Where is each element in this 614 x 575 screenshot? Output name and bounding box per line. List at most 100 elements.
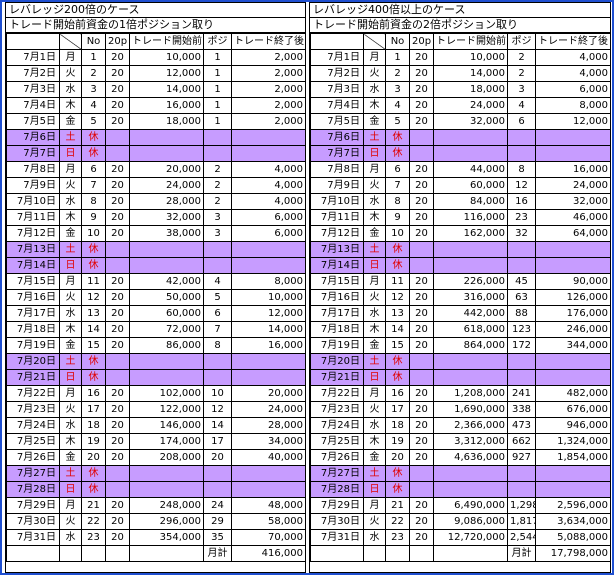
after-cell: 4,000 bbox=[231, 193, 306, 210]
holiday-cell: 休 bbox=[385, 353, 410, 370]
weekday-cell: 土 bbox=[59, 465, 82, 482]
empty-cell bbox=[433, 353, 508, 370]
weekend-row: 7月20日土休 bbox=[310, 353, 611, 370]
p20-cell: 20 bbox=[409, 161, 434, 178]
trade-row: 7月24日水 18 20 146,000 14 28,000 bbox=[6, 417, 306, 434]
date-cell: 7月20日 bbox=[6, 353, 60, 370]
header-diagonal bbox=[59, 33, 82, 50]
after-cell: 3,634,000 bbox=[535, 513, 611, 530]
empty-cell bbox=[409, 145, 434, 162]
no-cell: 23 bbox=[81, 529, 106, 546]
p20-cell: 20 bbox=[105, 49, 130, 66]
before-cell: 316,000 bbox=[433, 289, 508, 306]
empty-cell bbox=[81, 545, 106, 562]
before-cell: 84,000 bbox=[433, 193, 508, 210]
holiday-cell: 休 bbox=[385, 145, 410, 162]
weekday-cell: 日 bbox=[363, 481, 386, 498]
no-cell: 22 bbox=[81, 513, 106, 530]
weekday-cell: 火 bbox=[59, 65, 82, 82]
weekend-row: 7月21日日休 bbox=[310, 369, 611, 386]
pos-cell: 2 bbox=[203, 193, 232, 210]
date-cell: 7月30日 bbox=[310, 513, 364, 530]
pos-cell: 662 bbox=[507, 433, 536, 450]
after-cell: 46,000 bbox=[535, 209, 611, 226]
date-cell: 7月24日 bbox=[310, 417, 364, 434]
no-cell: 13 bbox=[81, 305, 106, 322]
holiday-cell: 休 bbox=[385, 129, 410, 146]
weekday-cell: 月 bbox=[59, 273, 82, 290]
date-cell: 7月19日 bbox=[310, 337, 364, 354]
date-cell: 7月20日 bbox=[310, 353, 364, 370]
trade-row: 7月9日火 7 20 60,000 12 24,000 bbox=[310, 177, 611, 194]
date-cell: 7月6日 bbox=[310, 129, 364, 146]
weekday-cell: 日 bbox=[59, 481, 82, 498]
holiday-cell: 休 bbox=[81, 145, 106, 162]
p20-cell: 20 bbox=[409, 113, 434, 130]
header-20p: 20p bbox=[105, 33, 130, 50]
empty-cell bbox=[129, 353, 204, 370]
pos-cell: 1 bbox=[203, 49, 232, 66]
after-cell: 20,000 bbox=[231, 385, 306, 402]
empty-cell bbox=[129, 465, 204, 482]
header-no: No bbox=[385, 33, 410, 50]
date-cell: 7月3日 bbox=[6, 81, 60, 98]
weekday-cell: 金 bbox=[363, 337, 386, 354]
weekday-cell: 月 bbox=[363, 497, 386, 514]
after-cell: 6,000 bbox=[535, 81, 611, 98]
before-cell: 42,000 bbox=[129, 273, 204, 290]
p20-cell: 20 bbox=[105, 497, 130, 514]
before-cell: 24,000 bbox=[129, 177, 204, 194]
date-cell: 7月21日 bbox=[6, 369, 60, 386]
pos-cell: 2 bbox=[203, 177, 232, 194]
pos-cell: 1 bbox=[203, 65, 232, 82]
header-before: トレード開始前 bbox=[433, 33, 508, 50]
p20-cell: 20 bbox=[409, 385, 434, 402]
pos-cell: 4 bbox=[507, 97, 536, 114]
date-cell: 7月22日 bbox=[310, 385, 364, 402]
weekend-row: 7月20日土休 bbox=[6, 353, 306, 370]
before-cell: 60,000 bbox=[129, 305, 204, 322]
date-cell: 7月28日 bbox=[310, 481, 364, 498]
empty-cell bbox=[433, 145, 508, 162]
after-cell: 176,000 bbox=[535, 305, 611, 322]
before-cell: 20,000 bbox=[129, 161, 204, 178]
header-no: No bbox=[81, 33, 106, 50]
pos-cell: 6 bbox=[203, 305, 232, 322]
trade-row: 7月29日月 21 20 248,000 24 48,000 bbox=[6, 497, 306, 514]
pos-cell: 6 bbox=[507, 113, 536, 130]
weekday-cell: 木 bbox=[363, 433, 386, 450]
no-cell: 6 bbox=[81, 161, 106, 178]
trade-row: 7月10日水 8 20 28,000 2 4,000 bbox=[6, 193, 306, 210]
weekday-cell: 金 bbox=[59, 449, 82, 466]
pos-cell: 2 bbox=[507, 49, 536, 66]
header-after: トレード終了後 bbox=[231, 33, 306, 50]
empty-cell bbox=[6, 545, 60, 562]
date-cell: 7月2日 bbox=[310, 65, 364, 82]
pos-cell: 2,544 bbox=[507, 529, 536, 546]
header-pos: ポジ bbox=[507, 33, 536, 50]
weekend-row: 7月7日日休 bbox=[310, 145, 611, 162]
trade-row: 7月29日月21206,490,0001,2982,596,000 bbox=[310, 497, 611, 514]
empty-cell bbox=[105, 129, 130, 146]
date-cell: 7月4日 bbox=[6, 97, 60, 114]
weekend-row: 7月27日土休 bbox=[6, 465, 306, 482]
no-cell: 5 bbox=[81, 113, 106, 130]
before-cell: 9,086,000 bbox=[433, 513, 508, 530]
empty-cell bbox=[433, 129, 508, 146]
no-cell: 4 bbox=[81, 97, 106, 114]
weekday-cell: 金 bbox=[59, 113, 82, 130]
p20-cell: 20 bbox=[105, 113, 130, 130]
trade-row: 7月3日水 3 20 14,000 1 2,000 bbox=[6, 81, 306, 98]
trade-row: 7月11日木 9 20 116,000 23 46,000 bbox=[310, 209, 611, 226]
weekday-cell: 水 bbox=[363, 417, 386, 434]
p20-cell: 20 bbox=[409, 65, 434, 82]
no-cell: 4 bbox=[385, 97, 410, 114]
total-row: 月計 17,798,000 bbox=[310, 545, 611, 562]
before-cell: 44,000 bbox=[433, 161, 508, 178]
weekend-row: 7月13日土休 bbox=[310, 241, 611, 258]
before-cell: 146,000 bbox=[129, 417, 204, 434]
empty-cell bbox=[535, 481, 611, 498]
date-cell: 7月15日 bbox=[6, 273, 60, 290]
p20-cell: 20 bbox=[105, 225, 130, 242]
after-cell: 5,088,000 bbox=[535, 529, 611, 546]
